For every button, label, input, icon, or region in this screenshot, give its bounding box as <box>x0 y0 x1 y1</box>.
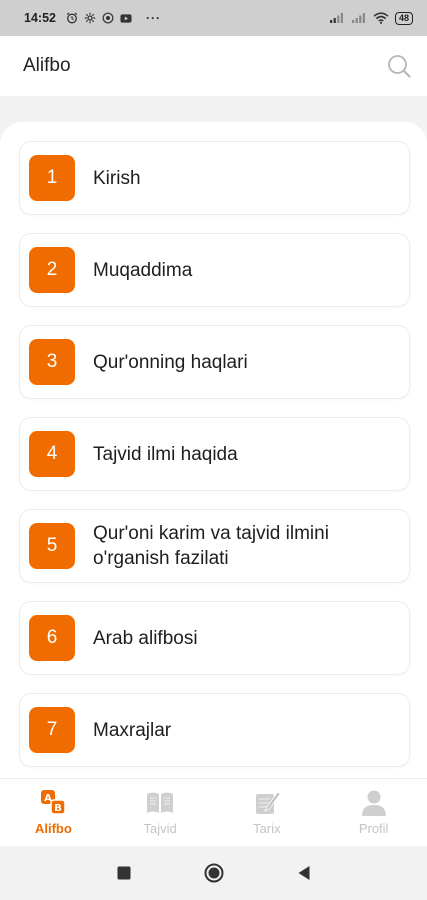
lesson-number: 1 <box>29 155 75 201</box>
nav-item-tajvid[interactable]: Tajvid <box>107 779 214 846</box>
search-button[interactable] <box>385 52 413 80</box>
lesson-title: Arab alifbosi <box>93 628 198 649</box>
lesson-number: 4 <box>29 431 75 477</box>
nav-label: Tajvid <box>143 821 177 836</box>
nav-item-alifbo[interactable]: A B Alifbo <box>0 779 107 846</box>
nav-label: Alifbo <box>34 821 72 836</box>
book-icon <box>145 789 175 817</box>
bottom-navigation: A B Alifbo Tajvid Tarix Profil <box>0 778 427 846</box>
lesson-item-2[interactable]: 2 Muqaddima <box>19 233 410 307</box>
system-navigation-bar <box>0 846 427 900</box>
recent-apps-button[interactable] <box>114 863 134 883</box>
lesson-number: 5 <box>29 523 75 569</box>
svg-text:B: B <box>55 803 63 814</box>
lesson-item-4[interactable]: 4 Tajvid ilmi haqida <box>19 417 410 491</box>
square-icon <box>117 866 130 880</box>
home-circle-icon <box>204 863 223 883</box>
lesson-item-3[interactable]: 3 Qur'onning haqlari <box>19 325 410 399</box>
nav-item-profil[interactable]: Profil <box>320 779 427 846</box>
lesson-item-5[interactable]: 5 Qur'oni karim va tajvid ilmini o'rgani… <box>19 509 410 583</box>
lesson-item-7[interactable]: 7 Maxrajlar <box>19 693 410 767</box>
settings-icon <box>84 12 96 24</box>
status-time: 14:52 <box>24 11 56 25</box>
more-notifications: ··· <box>145 11 161 25</box>
lesson-item-1[interactable]: 1 Kirish <box>19 141 410 215</box>
nav-label: Profil <box>358 821 389 836</box>
nav-label: Tarix <box>253 821 281 836</box>
lesson-title: Qur'oni karim va tajvid ilmini o'rganish… <box>93 523 329 569</box>
lesson-list: 1 Kirish 2 Muqaddima 3 Qur'onning haqlar… <box>0 122 427 778</box>
battery-indicator: 48 <box>394 11 413 25</box>
page-title: Alifbo <box>23 55 71 76</box>
status-bar: 14:52 ··· 48 <box>0 0 427 36</box>
lesson-title: Tajvid ilmi haqida <box>93 444 238 465</box>
lesson-number: 6 <box>29 615 75 661</box>
lesson-number: 3 <box>29 339 75 385</box>
alphabet-icon: A B <box>38 789 68 817</box>
back-triangle-icon <box>298 866 309 880</box>
nav-item-tarix[interactable]: Tarix <box>214 779 321 846</box>
home-button[interactable] <box>204 863 224 883</box>
circle-icon <box>102 12 114 24</box>
search-icon <box>388 55 411 78</box>
lesson-number: 7 <box>29 707 75 753</box>
back-button[interactable] <box>294 863 314 883</box>
lesson-title: Muqaddima <box>93 260 193 281</box>
signal-icon <box>329 12 345 24</box>
lesson-title: Qur'onning haqlari <box>93 352 248 373</box>
lesson-title: Kirish <box>93 168 141 189</box>
app-header: Alifbo <box>0 36 427 96</box>
user-icon <box>359 789 389 817</box>
lesson-item-6[interactable]: 6 Arab alifbosi <box>19 601 410 675</box>
alarm-icon <box>66 12 78 24</box>
youtube-icon <box>120 12 132 24</box>
lesson-title: Maxrajlar <box>93 720 172 741</box>
signal-2-icon <box>351 12 367 24</box>
wifi-icon <box>373 12 389 24</box>
lesson-number: 2 <box>29 247 75 293</box>
history-icon <box>252 789 282 817</box>
